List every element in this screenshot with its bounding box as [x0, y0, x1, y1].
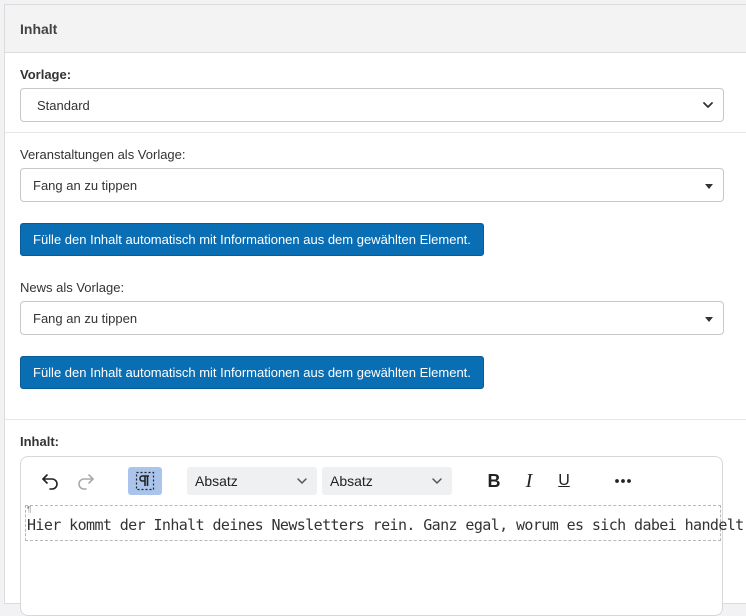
- veranstaltungen-label: Veranstaltungen als Vorlage:: [20, 147, 186, 162]
- section-divider: [5, 419, 746, 420]
- section-divider: [5, 132, 746, 133]
- underline-icon: U: [558, 472, 570, 489]
- font-format-value: Absatz: [330, 473, 373, 489]
- vorlage-select-value: Standard: [37, 97, 90, 113]
- block-format-value: Absatz: [195, 473, 238, 489]
- editor-content[interactable]: Hier kommt der Inhalt deines Newsletters…: [27, 516, 746, 534]
- vorlage-select[interactable]: Standard: [20, 88, 724, 122]
- italic-button[interactable]: I: [512, 467, 546, 495]
- inhalt-label: Inhalt:: [20, 434, 59, 449]
- news-label: News als Vorlage:: [20, 280, 125, 295]
- bold-icon: B: [487, 470, 501, 491]
- block-format-select[interactable]: Absatz: [187, 467, 317, 495]
- bold-button[interactable]: B: [477, 467, 511, 495]
- underline-button[interactable]: U: [547, 467, 581, 495]
- editor-toolbar: Absatz Absatz B I U: [21, 457, 722, 505]
- chevron-down-icon: [703, 102, 713, 108]
- show-blocks-button[interactable]: [128, 467, 162, 495]
- panel-title: Inhalt: [20, 20, 58, 37]
- more-icon: [615, 479, 631, 483]
- paragraph-block[interactable]: ¶ Hier kommt der Inhalt deines Newslette…: [25, 505, 746, 541]
- caret-down-icon: [705, 184, 713, 189]
- news-combobox[interactable]: Fang an zu tippen: [20, 301, 724, 335]
- chevron-down-icon: [297, 478, 307, 484]
- block-marker-icon: ¶: [27, 505, 32, 514]
- content-panel: Inhalt Vorlage: Standard Veranstaltungen…: [4, 4, 746, 616]
- rich-text-editor[interactable]: Absatz Absatz B I U ¶ Hier kommt der Inh…: [20, 456, 746, 616]
- show-blocks-icon: [135, 471, 155, 491]
- redo-icon: [78, 474, 94, 490]
- undo-icon: [42, 474, 58, 490]
- font-format-select[interactable]: Absatz: [322, 467, 452, 495]
- panel-header: Inhalt: [5, 5, 746, 53]
- veranstaltungen-combobox[interactable]: Fang an zu tippen: [20, 168, 724, 202]
- italic-icon: I: [525, 469, 533, 492]
- more-button[interactable]: [606, 467, 640, 495]
- news-autofill-button[interactable]: Fülle den Inhalt automatisch mit Informa…: [20, 356, 484, 389]
- undo-button[interactable]: [33, 467, 67, 495]
- caret-down-icon: [705, 317, 713, 322]
- chevron-down-icon: [432, 478, 442, 484]
- redo-button[interactable]: [69, 467, 103, 495]
- veranstaltungen-placeholder: Fang an zu tippen: [33, 177, 138, 193]
- veranstaltungen-autofill-button[interactable]: Fülle den Inhalt automatisch mit Informa…: [20, 223, 484, 256]
- vorlage-label: Vorlage:: [20, 67, 72, 82]
- news-placeholder: Fang an zu tippen: [33, 310, 138, 326]
